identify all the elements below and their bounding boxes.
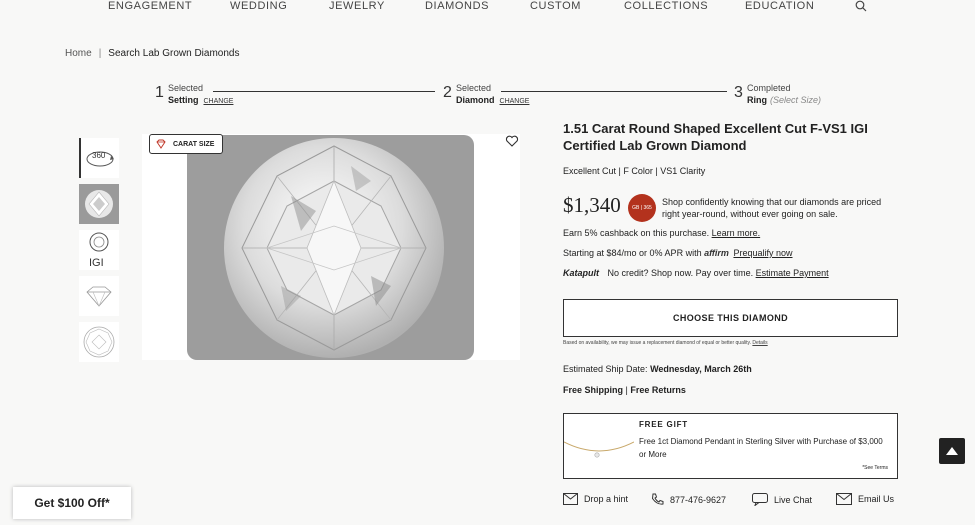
chat-bubble-icon <box>752 493 768 506</box>
learn-more-link[interactable]: Learn more. <box>712 228 761 238</box>
shipping-returns: Free Shipping | Free Returns <box>563 385 686 395</box>
rotate-360-icon: 360 <box>86 151 114 167</box>
price-confidence-text: Shop confidently knowing that our diamon… <box>662 197 882 219</box>
affirm-logo: affirm <box>704 248 729 258</box>
free-gift-box: FREE GIFT Free 1ct Diamond Pendant in St… <box>563 413 898 479</box>
carat-size-button[interactable]: CARAT SIZE <box>149 134 224 154</box>
estimated-ship: Estimated Ship Date: Wednesday, March 26… <box>563 364 752 374</box>
nav-diamonds[interactable]: DIAMONDS <box>425 0 489 12</box>
diamond-profile-icon <box>86 286 112 307</box>
change-diamond-link[interactable]: CHANGE <box>500 98 530 105</box>
diamond-main-image[interactable] <box>221 136 447 360</box>
thumb-diamond-top[interactable] <box>79 322 119 362</box>
breadcrumb-current: Search Lab Grown Diamonds <box>108 48 240 59</box>
diamond-ruler-icon <box>156 139 166 149</box>
top-nav: ENGAGEMENT WEDDING JEWELRY DIAMONDS CUST… <box>0 0 975 14</box>
nav-jewelry[interactable]: JEWELRY <box>329 0 385 12</box>
product-title: 1.51 Carat Round Shaped Excellent Cut F-… <box>563 121 868 153</box>
thumb-diamond-profile[interactable] <box>79 276 119 316</box>
availability-text: Based on availability, we may issue a re… <box>563 340 751 346</box>
product-image-viewer: CARAT SIZE <box>142 134 520 360</box>
step-label: Selected <box>168 83 204 93</box>
get-100-off-button[interactable]: Get $100 Off* <box>13 487 131 519</box>
estimate-payment-link[interactable]: Estimate Payment <box>756 268 829 278</box>
contact-bar: Drop a hint 877-476-9627 Live Chat Email… <box>563 493 903 509</box>
katapult-line: Katapult No credit? Shop now. Pay over t… <box>563 268 829 278</box>
thumb-diamond-photo[interactable] <box>79 184 119 224</box>
carat-size-label: CARAT SIZE <box>173 140 215 148</box>
thumb-igi-label: IGI <box>89 257 104 269</box>
diamond-top-view-icon <box>83 326 115 358</box>
ship-label: Estimated Ship Date: <box>563 364 648 374</box>
envelope-icon <box>836 493 852 505</box>
nav-engagement[interactable]: ENGAGEMENT <box>108 0 192 12</box>
progress-steps: 1 Selected Setting CHANGE 2 Selected Diam… <box>155 82 822 106</box>
change-setting-link[interactable]: CHANGE <box>204 98 234 105</box>
thumb-360-view[interactable]: 360 <box>79 138 119 178</box>
step-number: 3 <box>734 84 743 101</box>
choose-diamond-button[interactable]: CHOOSE THIS DIAMOND <box>563 299 898 337</box>
breadcrumb-separator: | <box>98 48 102 59</box>
katapult-logo: Katapult <box>563 268 599 278</box>
financing-line: Starting at $84/mo or 0% APR with affirm… <box>563 248 793 258</box>
thumb-360-label: 360 <box>92 151 106 160</box>
heart-icon[interactable] <box>505 134 519 148</box>
drop-hint-button[interactable]: Drop a hint <box>563 493 628 505</box>
product-specs: Excellent Cut | F Color | VS1 Clarity <box>563 166 706 176</box>
back-to-top-button[interactable] <box>939 438 965 464</box>
step-value: Setting <box>168 95 199 105</box>
product-price: $1,340 <box>563 193 621 217</box>
nav-wedding[interactable]: WEDDING <box>230 0 287 12</box>
price-guarantee-badge: GB | 365 <box>628 194 656 222</box>
drop-hint-label: Drop a hint <box>584 494 629 504</box>
breadcrumb-home[interactable]: Home <box>65 48 92 59</box>
step-number: 2 <box>443 84 452 101</box>
availability-note: Based on availability, we may issue a re… <box>563 340 768 346</box>
step-connector <box>213 91 435 92</box>
chevron-up-icon <box>946 447 958 455</box>
live-chat-label: Live Chat <box>774 494 813 505</box>
select-size-hint: (Select Size) <box>770 95 822 105</box>
free-gift-heading: FREE GIFT <box>639 420 688 429</box>
thumbnail-strip: 360 IGI <box>79 138 119 368</box>
ship-date: Wednesday, March 26th <box>650 364 752 374</box>
phone-number: 877-476-9627 <box>670 494 727 505</box>
phone-icon <box>651 493 664 505</box>
email-us-button[interactable]: Email Us <box>836 493 894 505</box>
free-shipping: Free Shipping <box>563 385 624 395</box>
phone-button[interactable]: 877-476-9627 <box>651 493 726 506</box>
search-icon[interactable] <box>855 0 867 12</box>
igi-certificate-icon: IGI <box>89 232 109 269</box>
free-gift-text: Free 1ct Diamond Pendant in Sterling Sil… <box>639 437 883 459</box>
step-value: Ring <box>747 95 767 105</box>
live-chat-button[interactable]: Live Chat <box>752 493 812 506</box>
see-terms-link[interactable]: *See Terms <box>862 465 888 471</box>
email-us-label: Email Us <box>858 494 895 504</box>
step-connector <box>501 91 727 92</box>
nav-education[interactable]: EDUCATION <box>745 0 814 12</box>
cashback-text: Earn 5% cashback on this purchase. <box>563 228 710 238</box>
nav-collections[interactable]: COLLECTIONS <box>624 0 708 12</box>
availability-details-link[interactable]: Details <box>752 340 767 346</box>
step-label: Selected <box>456 83 492 93</box>
nav-custom[interactable]: CUSTOM <box>530 0 581 12</box>
financing-text: Starting at $84/mo or 0% APR with <box>563 248 702 258</box>
pendant-necklace-image <box>564 441 634 458</box>
step-number: 1 <box>155 84 164 101</box>
cashback-line: Earn 5% cashback on this purchase. Learn… <box>563 228 760 238</box>
envelope-heart-icon <box>563 493 578 505</box>
diamond-photo-thumbnail <box>85 190 113 218</box>
thumb-igi-certificate[interactable]: IGI <box>79 230 119 270</box>
step-value: Diamond <box>456 95 495 105</box>
katapult-text: No credit? Shop now. Pay over time. <box>607 268 754 278</box>
prequalify-link[interactable]: Prequalify now <box>733 248 792 258</box>
step-label: Completed <box>747 83 791 93</box>
breadcrumb: Home | Search Lab Grown Diamonds <box>65 48 239 59</box>
free-returns: Free Returns <box>630 385 686 395</box>
